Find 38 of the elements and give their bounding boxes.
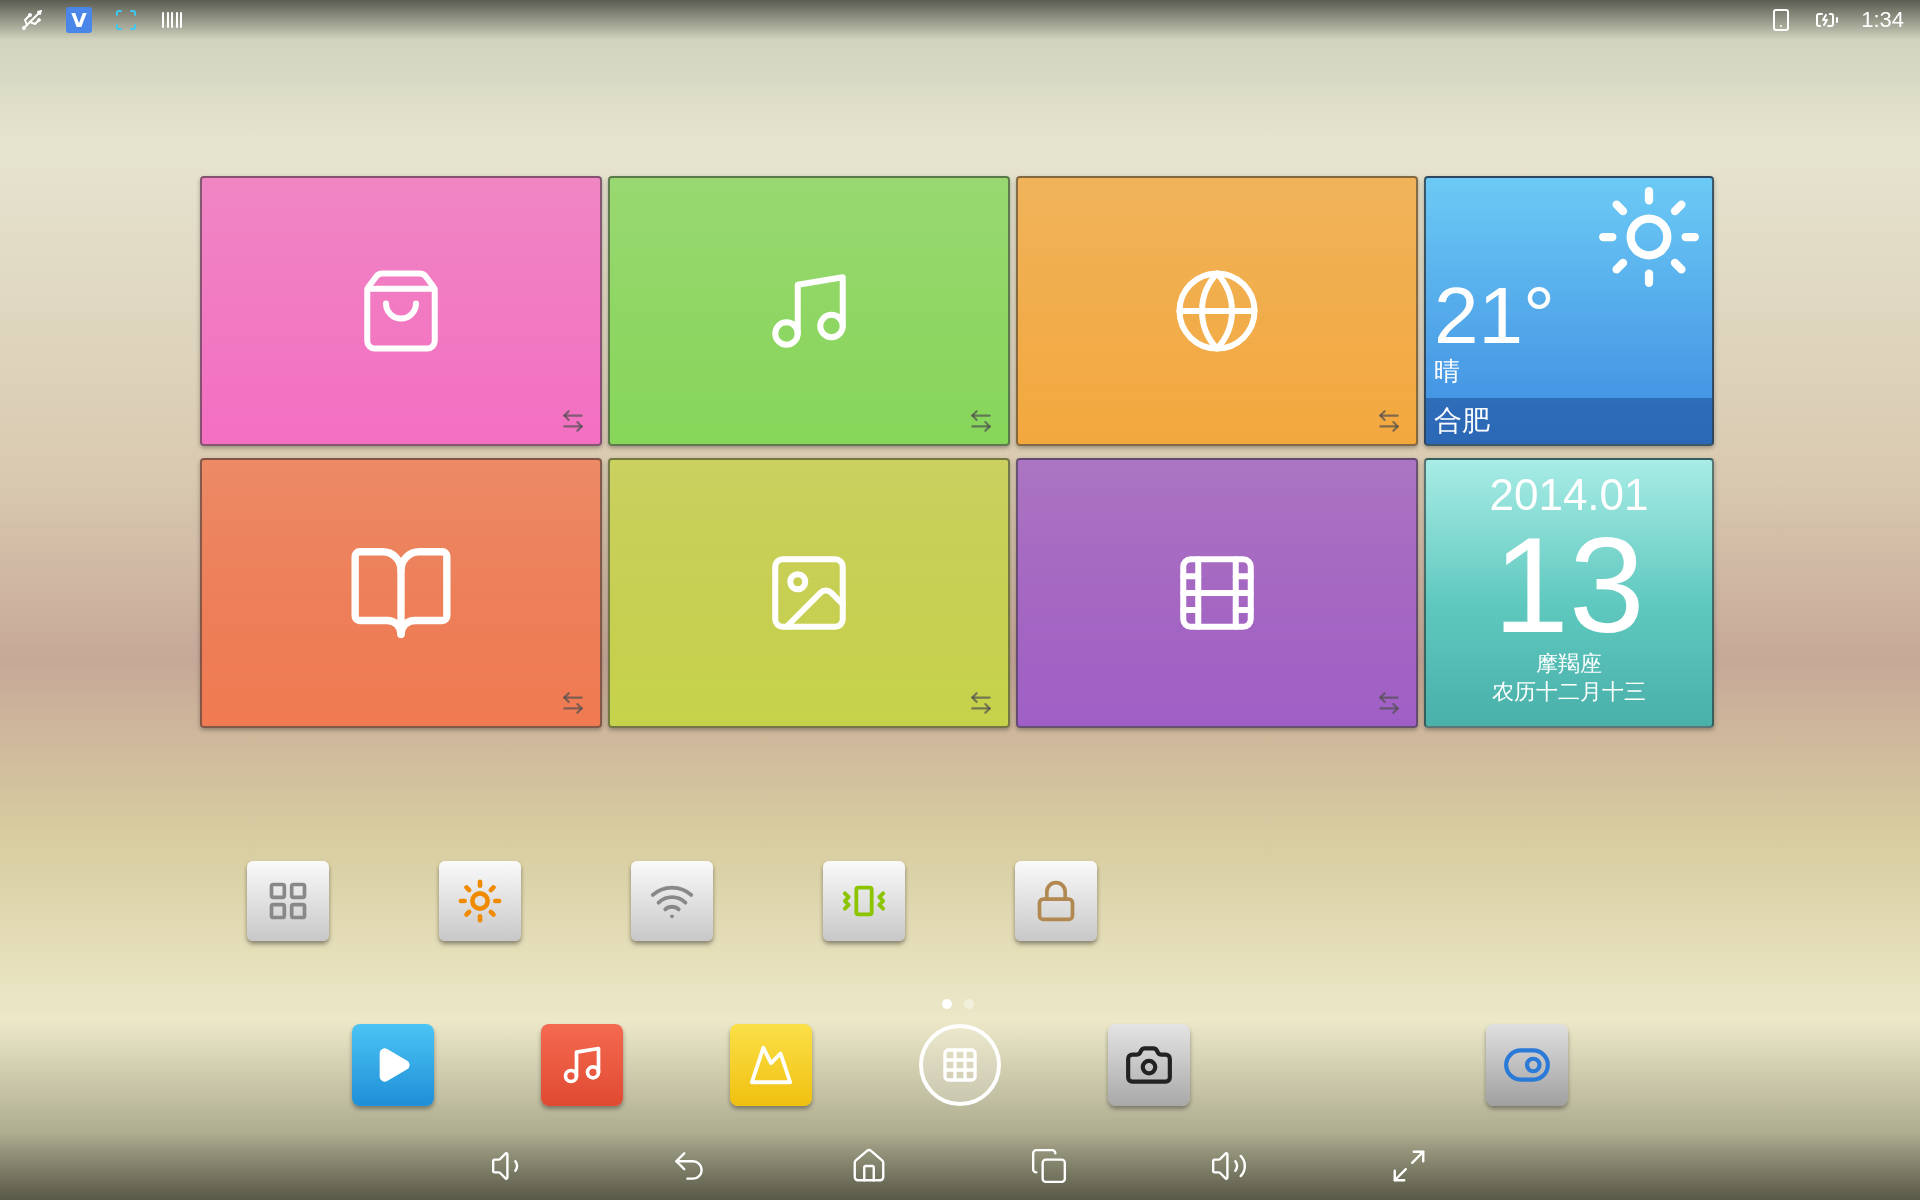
grid-icon: [940, 1045, 980, 1085]
recent-apps-icon: [1030, 1147, 1068, 1185]
weather-widget[interactable]: 21° 晴 合肥: [1424, 176, 1714, 446]
zodiac-text: 摩羯座: [1536, 650, 1602, 678]
temperature-text: 21°: [1434, 276, 1556, 356]
camera-app-button[interactable]: [1108, 1024, 1190, 1106]
brightness-icon: [457, 878, 503, 924]
music-app-button[interactable]: [541, 1024, 623, 1106]
lunar-date-text: 农历十二月十三: [1492, 678, 1646, 706]
app-tile[interactable]: [1016, 458, 1418, 728]
usb-icon: [20, 8, 44, 32]
settings-app-button[interactable]: [1486, 1024, 1568, 1106]
swap-arrows-icon: [560, 408, 586, 434]
app-notification-icon: V: [66, 7, 92, 33]
swap-arrows-icon: [1376, 408, 1402, 434]
quick-toggle-button[interactable]: [823, 861, 905, 941]
app-tile[interactable]: [200, 458, 602, 728]
day-number: 13: [1493, 520, 1645, 650]
swap-arrows-icon: [968, 408, 994, 434]
scanner-icon: [114, 8, 138, 32]
app-tile[interactable]: [1016, 176, 1418, 446]
quick-toggle-button[interactable]: [247, 861, 329, 941]
swap-arrows-icon: [968, 690, 994, 716]
quick-toggle-button[interactable]: [631, 861, 713, 941]
app-tile[interactable]: [200, 176, 602, 446]
swap-arrows-icon: [1376, 690, 1402, 716]
swap-arrows-icon: [560, 690, 586, 716]
quick-toggle-button[interactable]: [1015, 861, 1097, 941]
page-indicator-dot[interactable]: [964, 999, 974, 1009]
city-name: 合肥: [1426, 398, 1712, 444]
page-indicator-dot[interactable]: [942, 999, 952, 1009]
clock-time: 1:34: [1861, 7, 1904, 33]
video-app-button[interactable]: [352, 1024, 434, 1106]
app-tile[interactable]: [608, 458, 1010, 728]
quick-toggle-button[interactable]: [439, 861, 521, 941]
weather-condition-text: 晴: [1434, 356, 1461, 386]
app-tile[interactable]: [608, 176, 1010, 446]
month-text: 2014.01: [1489, 470, 1649, 520]
